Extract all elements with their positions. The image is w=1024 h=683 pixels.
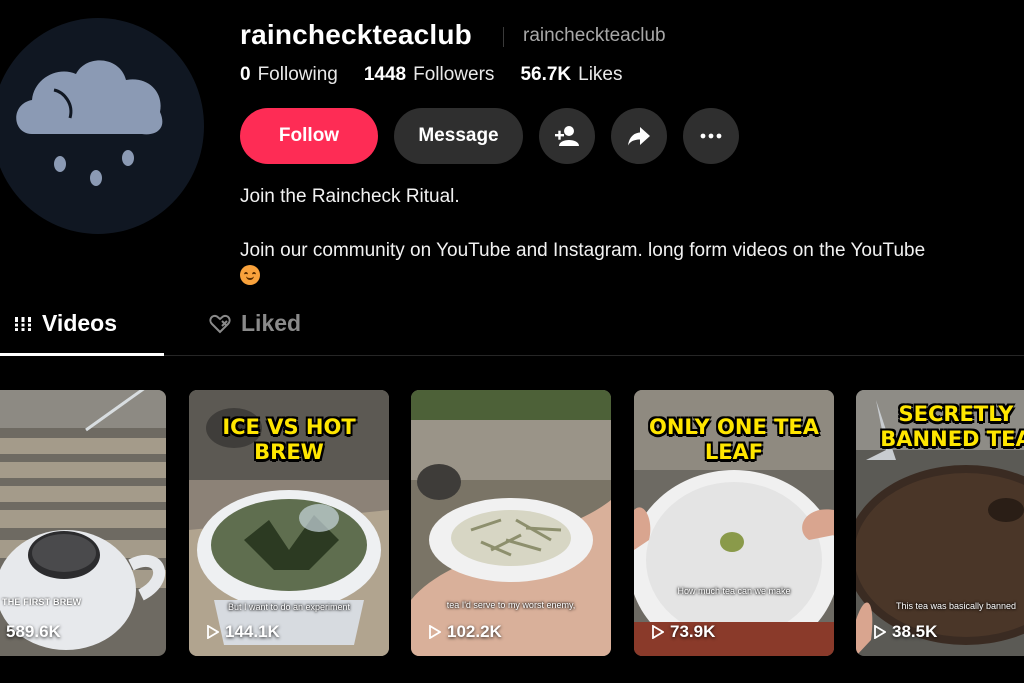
video-headline: SECRETLY BANNED TEA (880, 402, 1024, 451)
tab-label: Liked (241, 310, 302, 336)
video-thumbnail (0, 390, 166, 656)
add-friend-button[interactable] (539, 108, 595, 164)
video-caption: How much tea can we make (677, 586, 791, 596)
video-badge: THE FIRST BREW (2, 597, 82, 607)
video-card[interactable]: ONLY ONE TEA LEAF How much tea can we ma… (634, 390, 834, 656)
share-button[interactable] (611, 108, 667, 164)
share-icon (628, 127, 650, 146)
views-text: 102.2K (447, 622, 502, 641)
views-text: 38.5K (892, 622, 938, 641)
views-text: 589.6K (6, 622, 61, 641)
more-icon (700, 133, 722, 139)
video-card[interactable]: THE FIRST BREW 589.6K (0, 390, 166, 656)
profile-tabs: Videos Liked (0, 300, 1024, 356)
grid-icon (14, 316, 32, 331)
stat-following[interactable]: 0 Following (240, 64, 338, 86)
active-tab-indicator (0, 353, 164, 356)
tab-label: Videos (42, 310, 117, 336)
name-separator (503, 27, 504, 47)
video-card[interactable]: ICE VS HOT BREW But I want to do an expe… (189, 390, 389, 656)
message-button[interactable]: Message (394, 108, 523, 164)
stat-value: 1448 (363, 64, 407, 85)
profile-nickname: raincheckteaclub (523, 25, 666, 46)
video-card[interactable]: tea I'd serve to my worst enemy, 102.2K (411, 390, 611, 656)
play-icon (652, 625, 664, 639)
play-icon (207, 625, 219, 639)
views-text: 144.1K (225, 622, 280, 641)
smiling-emoji-icon (240, 265, 260, 285)
rain-cloud-icon (16, 60, 163, 186)
tab-liked[interactable]: Liked (209, 310, 301, 337)
video-thumbnail (411, 390, 611, 656)
view-count: 73.9K (652, 622, 715, 642)
video-headline: ICE VS HOT BREW (222, 415, 356, 464)
profile-bio: Join the Raincheck Ritual. Join our comm… (240, 184, 1020, 290)
stat-value: 0 (240, 64, 251, 85)
profile-stats: 0 Following 1448 Followers 56.7K Likes (240, 64, 623, 86)
liked-heart-icon (209, 314, 231, 333)
add-friend-icon (555, 126, 579, 146)
views-text: 73.9K (670, 622, 716, 641)
video-headline: ONLY ONE TEA LEAF (648, 415, 820, 464)
more-options-button[interactable] (683, 108, 739, 164)
follow-button[interactable]: Follow (240, 108, 378, 164)
profile-page: raincheckteaclub raincheckteaclub 0 Follo… (0, 0, 1024, 683)
play-icon (429, 625, 441, 639)
avatar[interactable] (0, 18, 204, 234)
profile-username: raincheckteaclub (240, 19, 472, 50)
bio-line: Join our community on YouTube and Instag… (240, 238, 1020, 290)
view-count: 589.6K (6, 622, 61, 642)
profile-actions: Follow Message (240, 108, 739, 164)
video-card[interactable]: SECRETLY BANNED TEA This tea was basical… (856, 390, 1024, 656)
video-caption: tea I'd serve to my worst enemy, (446, 600, 576, 610)
stat-followers[interactable]: 1448 Followers (364, 64, 495, 86)
stat-label: Likes (578, 64, 623, 85)
stat-value: 56.7K (520, 64, 572, 85)
video-caption: This tea was basically banned (895, 601, 1017, 611)
stat-likes: 56.7K Likes (520, 64, 622, 86)
view-count: 102.2K (429, 622, 502, 642)
play-icon (874, 625, 886, 639)
tab-videos[interactable]: Videos (14, 310, 117, 337)
view-count: 38.5K (874, 622, 937, 642)
bio-text: Join our community on YouTube and Instag… (240, 240, 926, 261)
video-caption: But I want to do an experiment (227, 602, 351, 612)
bio-line: Join the Raincheck Ritual. (240, 186, 460, 207)
stat-label: Following (257, 64, 338, 85)
stat-label: Followers (413, 64, 495, 85)
video-grid: THE FIRST BREW 589.6K ICE VS HOT BREW Bu… (0, 390, 1024, 656)
view-count: 144.1K (207, 622, 280, 642)
